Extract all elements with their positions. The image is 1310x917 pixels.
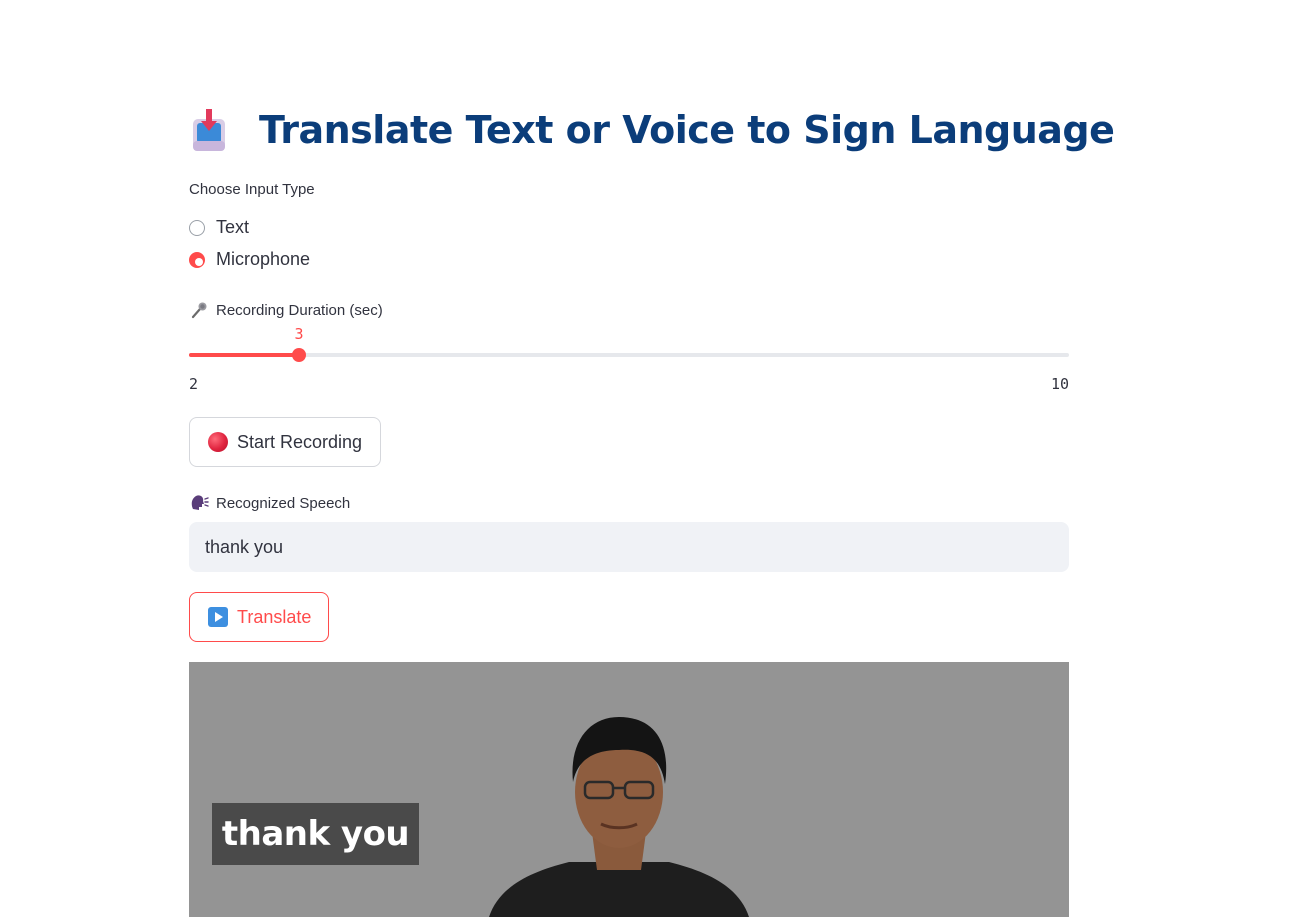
duration-slider[interactable]: 3 2 10 xyxy=(189,325,1069,395)
radio-microphone-option[interactable]: Microphone xyxy=(189,249,310,270)
translate-label: Translate xyxy=(237,606,312,627)
slider-value: 3 xyxy=(294,325,304,343)
input-type-label: Choose Input Type xyxy=(189,181,315,198)
sign-language-video[interactable]: thank you xyxy=(189,662,1069,917)
signer-figure xyxy=(489,717,749,917)
play-button-icon xyxy=(208,607,228,627)
radio-text-label: Text xyxy=(216,217,250,237)
microphone-icon xyxy=(189,300,209,320)
inbox-tray-icon xyxy=(189,105,229,155)
start-recording-button[interactable]: Start Recording xyxy=(189,417,381,467)
slider-thumb[interactable] xyxy=(292,348,306,362)
recognized-speech-label-text: Recognized Speech xyxy=(216,494,351,512)
slider-track[interactable] xyxy=(189,353,1069,357)
video-caption: thank you xyxy=(212,803,419,865)
recognized-speech-label: Recognized Speech xyxy=(189,493,350,513)
duration-label: Recording Duration (sec) xyxy=(189,300,383,320)
slider-fill xyxy=(189,353,299,357)
radio-circle-checked[interactable] xyxy=(189,251,205,268)
radio-microphone-label: Microphone xyxy=(216,249,311,269)
page-title: Translate Text or Voice to Sign Language xyxy=(259,108,1115,152)
start-recording-label: Start Recording xyxy=(237,431,363,452)
main-container: Translate Text or Voice to Sign Language… xyxy=(189,0,1115,917)
radio-circle[interactable] xyxy=(189,219,205,236)
radio-text-option[interactable]: Text xyxy=(189,217,249,238)
speaking-head-icon xyxy=(189,493,209,513)
translate-button[interactable]: Translate xyxy=(189,592,329,642)
slider-max-label: 10 xyxy=(1050,375,1069,393)
red-circle-icon xyxy=(208,432,228,452)
page-header: Translate Text or Voice to Sign Language xyxy=(189,100,1115,160)
recognized-speech-input[interactable] xyxy=(189,522,1069,572)
slider-min-label: 2 xyxy=(189,375,199,393)
duration-label-text: Recording Duration (sec) xyxy=(216,301,383,319)
